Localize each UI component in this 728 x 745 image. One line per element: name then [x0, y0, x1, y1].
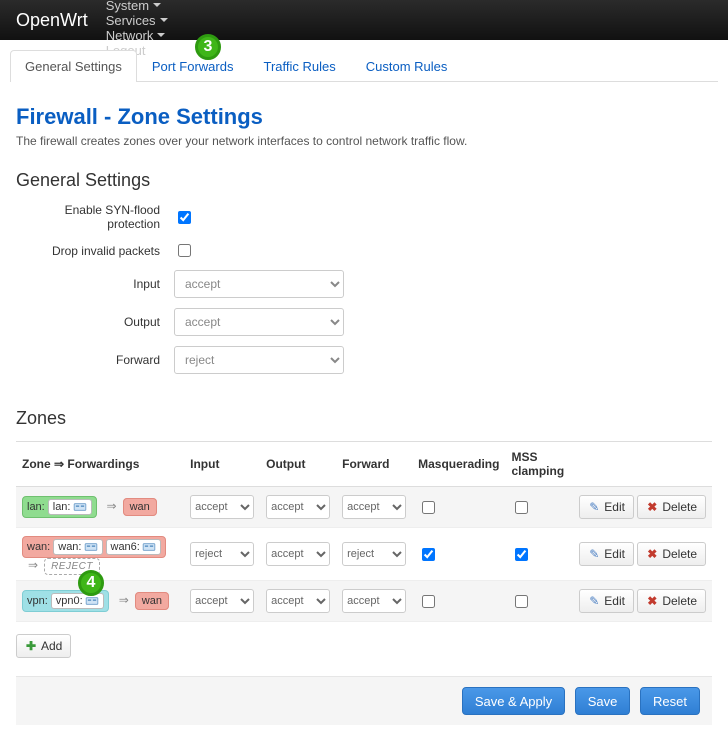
delete-icon: ✖ — [646, 501, 658, 513]
iface-box: wan: — [53, 539, 102, 555]
zones-col-header: MSS clamping — [505, 442, 573, 487]
edit-button[interactable]: ✎Edit — [579, 589, 634, 613]
caret-icon — [153, 3, 161, 7]
page-description: The firewall creates zones over your net… — [16, 134, 712, 148]
zones-col-header: Forward — [336, 442, 412, 487]
zones-col-header — [573, 442, 712, 487]
zone-lan-forward-select[interactable]: accept — [342, 495, 406, 519]
syn-flood-checkbox[interactable] — [178, 211, 191, 224]
zone-vpn-forward-select[interactable]: accept — [342, 589, 406, 613]
iface-box: wan6: — [106, 539, 161, 555]
zone-wan-mss-checkbox[interactable] — [515, 548, 528, 561]
zone-vpn-input-select[interactable]: accept — [190, 589, 254, 613]
zone-wan-masq-checkbox[interactable] — [422, 548, 435, 561]
output-select[interactable]: accept — [174, 308, 344, 336]
zones-col-header: Output — [260, 442, 336, 487]
brand-logo[interactable]: OpenWrt — [16, 10, 88, 31]
edit-icon: ✎ — [588, 548, 600, 560]
input-select[interactable]: accept — [174, 270, 344, 298]
nav-item-services[interactable]: Services — [106, 13, 168, 28]
zone-lan-input-select[interactable]: accept — [190, 495, 254, 519]
nav-item-network[interactable]: Network — [106, 28, 168, 43]
general-heading: General Settings — [16, 170, 712, 191]
zone-badge-wan: wan:wan: wan6: — [22, 536, 166, 558]
forward-arrow-icon: ⇒ — [107, 499, 117, 513]
caret-icon — [157, 33, 165, 37]
zone-wan-output-select[interactable]: accept — [266, 542, 330, 566]
zone-lan-mss-checkbox[interactable] — [515, 501, 528, 514]
forward-arrow-icon: ⇒ — [28, 558, 38, 572]
drop-invalid-checkbox[interactable] — [178, 244, 191, 257]
output-label: Output — [16, 315, 174, 329]
step-4-badge: 4 — [78, 570, 104, 596]
zone-vpn-output-select[interactable]: accept — [266, 589, 330, 613]
zone-lan-masq-checkbox[interactable] — [422, 501, 435, 514]
tab-port-forwards[interactable]: Port Forwards — [137, 50, 249, 82]
add-icon: ✚ — [25, 640, 37, 652]
zones-col-header: Zone ⇒ Forwardings — [16, 442, 184, 487]
add-label: Add — [41, 639, 62, 653]
zone-row-lan: lan:lan: ⇒ wan accept accept accept ✎Edit ✖De… — [16, 487, 712, 528]
tab-bar: General SettingsPort ForwardsTraffic Rul… — [10, 50, 718, 82]
page-title: Firewall - Zone Settings — [16, 104, 712, 130]
save-apply-button[interactable]: Save & Apply — [462, 687, 565, 715]
iface-box: vpn0: — [51, 593, 104, 609]
forward-select[interactable]: reject — [174, 346, 344, 374]
step-3-badge: 3 — [195, 34, 221, 60]
zones-col-header: Masquerading — [412, 442, 505, 487]
reset-button[interactable]: Reset — [640, 687, 700, 715]
delete-button[interactable]: ✖Delete — [637, 542, 706, 566]
delete-icon: ✖ — [646, 548, 658, 560]
iface-box: lan: — [48, 499, 92, 515]
zone-target: wan — [123, 498, 157, 516]
zone-wan-input-select[interactable]: reject — [190, 542, 254, 566]
tab-general-settings[interactable]: General Settings — [10, 50, 137, 82]
zone-badge-lan: lan:lan: — [22, 496, 97, 518]
top-navbar: OpenWrt StatusSystemServicesNetworkLogou… — [0, 0, 728, 40]
zones-heading: Zones — [16, 408, 712, 429]
zone-lan-output-select[interactable]: accept — [266, 495, 330, 519]
zones-table: Zone ⇒ ForwardingsInputOutputForwardMasq… — [16, 441, 712, 622]
tab-traffic-rules[interactable]: Traffic Rules — [248, 50, 350, 82]
caret-icon — [160, 18, 168, 22]
delete-icon: ✖ — [646, 595, 658, 607]
edit-button[interactable]: ✎Edit — [579, 542, 634, 566]
nav-item-system[interactable]: System — [106, 0, 168, 13]
zone-vpn-masq-checkbox[interactable] — [422, 595, 435, 608]
syn-flood-label: Enable SYN-flood protection — [16, 203, 174, 231]
footer-actions: Save & Apply Save Reset — [16, 676, 712, 725]
forward-arrow-icon: ⇒ — [119, 593, 129, 607]
zone-wan-forward-select[interactable]: reject — [342, 542, 406, 566]
save-button[interactable]: Save — [575, 687, 631, 715]
drop-invalid-label: Drop invalid packets — [16, 244, 174, 258]
zone-row-vpn: vpn:vpn0: ⇒wanacceptacceptaccept✎Edit ✖D… — [16, 581, 712, 622]
edit-button[interactable]: ✎Edit — [579, 495, 634, 519]
zone-row-wan: wan:wan: wan6: ⇒REJECTrejectacceptreject… — [16, 528, 712, 581]
edit-icon: ✎ — [588, 501, 600, 513]
forward-label: Forward — [16, 353, 174, 367]
zone-target: wan — [135, 592, 169, 610]
delete-button[interactable]: ✖Delete — [637, 589, 706, 613]
input-label: Input — [16, 277, 174, 291]
add-button[interactable]: ✚ Add — [16, 634, 71, 658]
tab-custom-rules[interactable]: Custom Rules — [351, 50, 463, 82]
delete-button[interactable]: ✖Delete — [637, 495, 706, 519]
zones-col-header: Input — [184, 442, 260, 487]
zone-vpn-mss-checkbox[interactable] — [515, 595, 528, 608]
edit-icon: ✎ — [588, 595, 600, 607]
